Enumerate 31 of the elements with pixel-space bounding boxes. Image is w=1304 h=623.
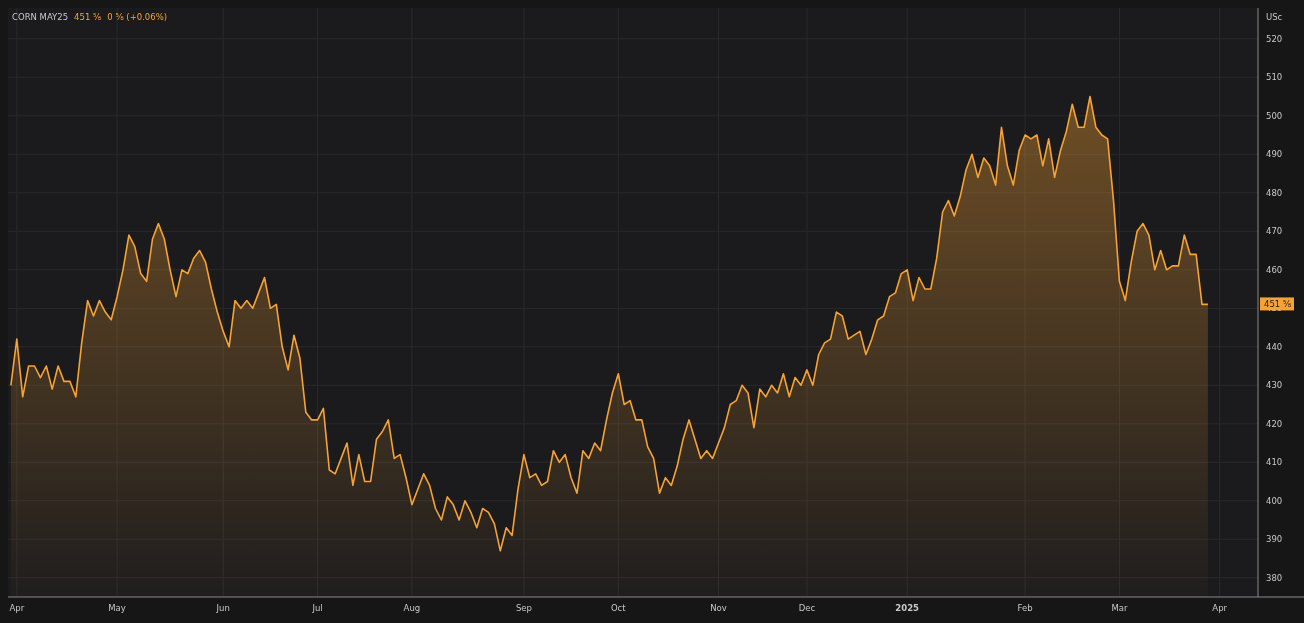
axis-tick-label: 390: [1266, 534, 1283, 545]
axis-tick-label: 460: [1266, 264, 1283, 275]
axis-tick-label: 410: [1266, 457, 1283, 468]
axis-tick-label: 2025: [895, 603, 919, 613]
axis-tick-label: Oct: [610, 603, 626, 613]
axis-tick-label: May: [108, 603, 126, 613]
last-price: 451 ⅝: [74, 12, 102, 22]
axis-tick-label: Apr: [1212, 603, 1228, 613]
axis-tick-label: Jun: [216, 603, 230, 613]
axis-tick-label: 500: [1266, 110, 1283, 121]
axis-tick-label: 430: [1266, 380, 1283, 391]
axis-tick-label: Aug: [403, 603, 421, 613]
axis-tick-label: Feb: [1017, 603, 1033, 613]
axis-tick-label: 520: [1266, 33, 1283, 44]
axis-tick-label: 490: [1266, 149, 1283, 160]
axis-tick-label: 400: [1266, 495, 1283, 506]
symbol-label: CORN MAY25: [12, 12, 69, 22]
axis-unit-label: USc: [1266, 12, 1283, 22]
axis-tick-label: 470: [1266, 226, 1283, 237]
axis-tick-label: Nov: [710, 603, 727, 613]
axis-tick-label: 440: [1266, 341, 1283, 352]
axis-tick-label: Dec: [798, 603, 816, 613]
price-change: 0 ⅝ (+0.06%): [107, 12, 168, 22]
axis-tick-label: 480: [1266, 187, 1283, 198]
axis-tick-label: Mar: [1111, 603, 1128, 613]
axis-tick-label: Jul: [312, 603, 323, 613]
axis-tick-label: Apr: [9, 603, 25, 613]
axis-tick-label: 380: [1266, 572, 1283, 583]
axis-tick-label: Sep: [515, 603, 532, 613]
axis-tick-label: 420: [1266, 418, 1283, 429]
axis-tick-label: 510: [1266, 72, 1283, 83]
